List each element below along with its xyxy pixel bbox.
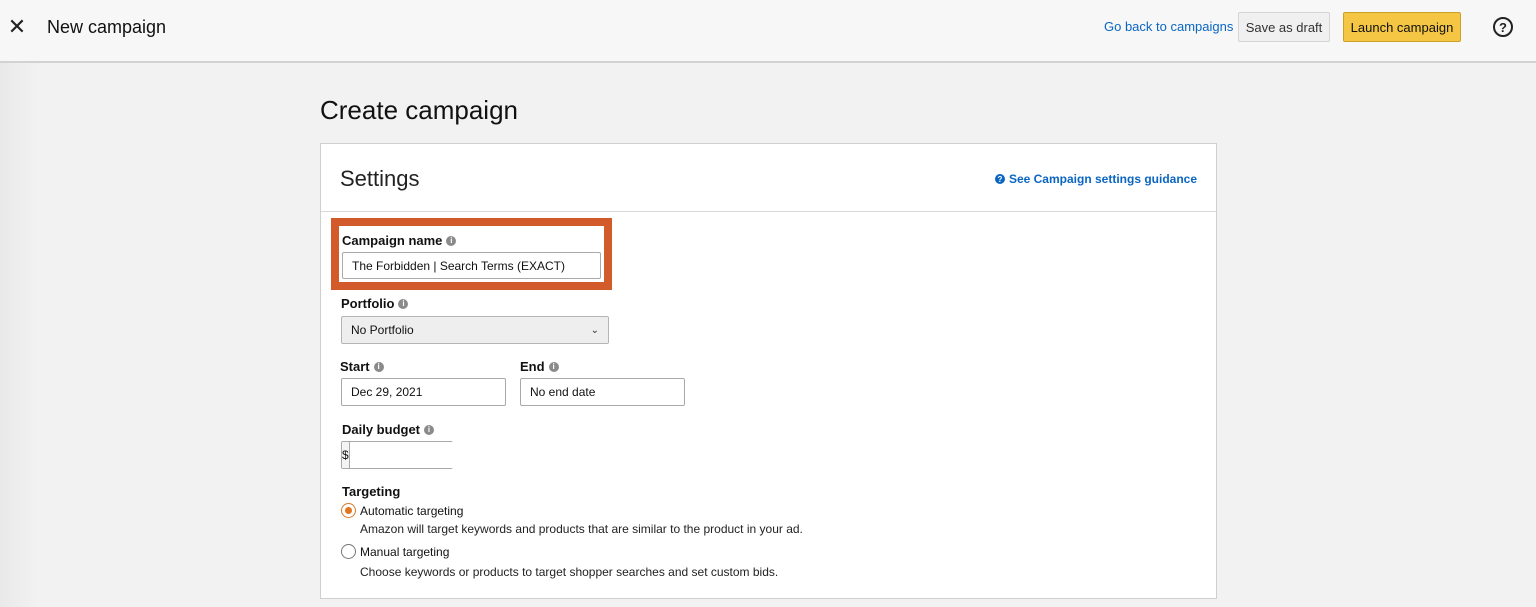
- portfolio-selected-value: No Portfolio: [351, 323, 414, 337]
- portfolio-label: Portfolio i: [341, 296, 409, 311]
- settings-card: Settings ? See Campaign settings guidanc…: [320, 143, 1217, 599]
- info-icon[interactable]: i: [373, 361, 384, 372]
- start-date-input[interactable]: Dec 29, 2021: [341, 378, 506, 406]
- automatic-targeting-label: Automatic targeting: [360, 503, 464, 518]
- settings-header: Settings ? See Campaign settings guidanc…: [321, 144, 1216, 212]
- manual-targeting-radio[interactable]: [341, 544, 356, 559]
- portfolio-label-text: Portfolio: [341, 296, 395, 311]
- manual-targeting-option[interactable]: Manual targeting: [341, 544, 449, 559]
- portfolio-select[interactable]: No Portfolio ⌄: [341, 316, 609, 344]
- campaign-name-label-text: Campaign name: [342, 233, 443, 248]
- daily-budget-field[interactable]: $: [341, 441, 527, 469]
- info-icon[interactable]: i: [446, 235, 457, 246]
- automatic-targeting-radio[interactable]: [341, 503, 356, 518]
- campaign-settings-guidance-link[interactable]: ? See Campaign settings guidance: [994, 172, 1197, 186]
- start-label-text: Start: [340, 359, 370, 374]
- help-circle-icon[interactable]: ?: [1493, 17, 1513, 37]
- daily-budget-label: Daily budget i: [342, 422, 435, 437]
- save-as-draft-button[interactable]: Save as draft: [1238, 12, 1330, 42]
- info-icon[interactable]: i: [548, 361, 559, 372]
- campaign-name-label: Campaign name i: [342, 233, 457, 248]
- automatic-targeting-option[interactable]: Automatic targeting: [341, 503, 463, 518]
- end-label-text: End: [520, 359, 545, 374]
- campaign-name-input[interactable]: The Forbidden | Search Terms (EXACT): [342, 252, 601, 279]
- close-icon[interactable]: ✕: [6, 16, 28, 38]
- start-label: Start i: [340, 359, 384, 374]
- settings-title: Settings: [340, 166, 420, 191]
- daily-budget-input[interactable]: [349, 442, 527, 468]
- top-bar: ✕ New campaign Go back to campaigns Save…: [0, 0, 1536, 63]
- question-icon: ?: [994, 174, 1005, 184]
- info-icon[interactable]: i: [398, 298, 409, 309]
- manual-targeting-description: Choose keywords or products to target sh…: [360, 565, 779, 579]
- end-date-input[interactable]: No end date: [520, 378, 685, 406]
- guidance-link-label: See Campaign settings guidance: [1008, 172, 1197, 186]
- end-label: End i: [520, 359, 559, 374]
- chevron-down-icon: ⌄: [590, 324, 599, 336]
- page-heading: New campaign: [47, 17, 167, 37]
- currency-symbol: $: [342, 442, 350, 468]
- manual-targeting-label: Manual targeting: [360, 544, 450, 559]
- targeting-label: Targeting: [342, 484, 401, 499]
- info-icon[interactable]: i: [424, 424, 435, 435]
- automatic-targeting-description: Amazon will target keywords and products…: [360, 522, 803, 536]
- launch-campaign-button[interactable]: Launch campaign: [1343, 12, 1461, 42]
- daily-budget-label-text: Daily budget: [342, 422, 421, 437]
- create-campaign-title: Create campaign: [320, 95, 518, 125]
- go-back-to-campaigns-link[interactable]: Go back to campaigns: [1104, 19, 1233, 34]
